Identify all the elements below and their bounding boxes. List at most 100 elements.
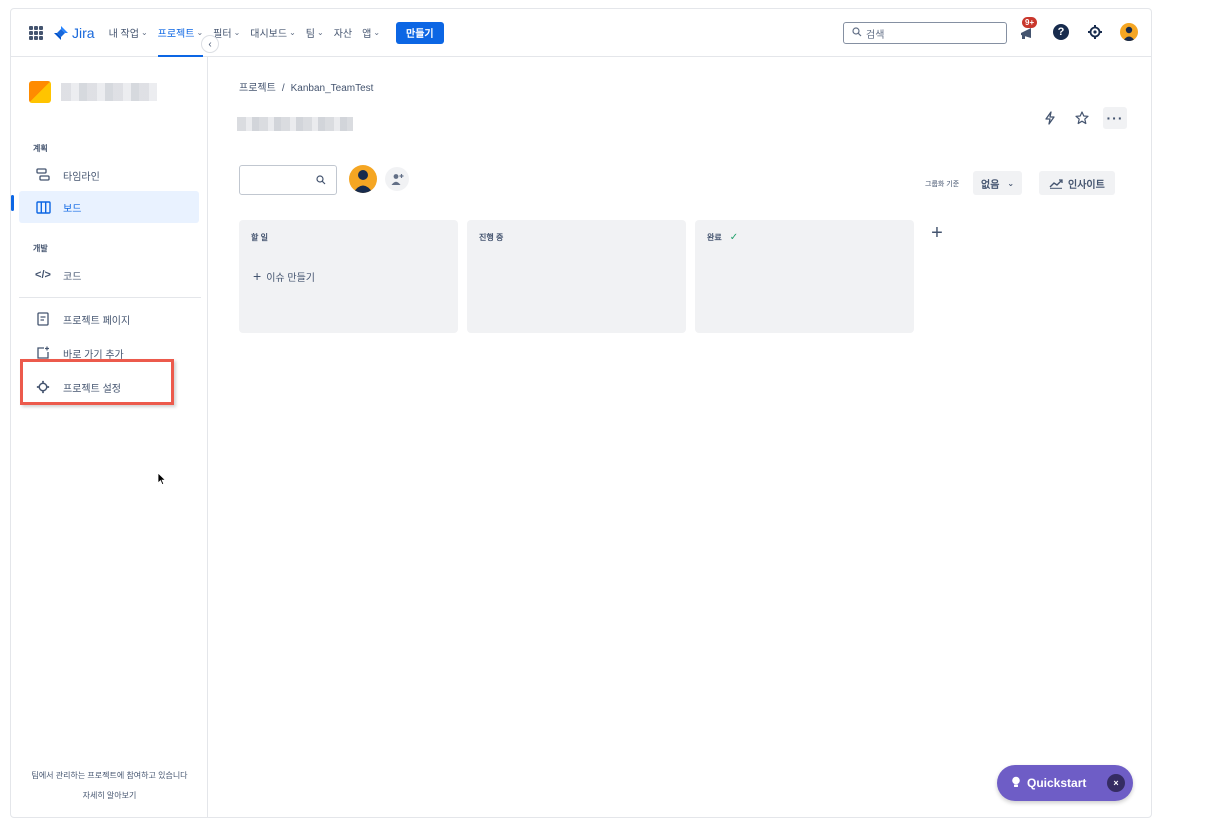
group-by-label: 그룹화 기준: [925, 181, 960, 188]
sidebar-item-label: 프로젝트 페이지: [63, 315, 131, 327]
plus-icon: +: [253, 268, 262, 284]
user-icon: [353, 170, 373, 193]
quickstart-close-button[interactable]: ×: [1107, 774, 1125, 792]
top-navigation: Jira 내 작업 ⌄ 프로젝트 ⌄ 필터 ⌄ 대시보드 ⌄ 팀 ⌄ 자산 앱 ⌄ 만들기 …: [11, 9, 1151, 57]
avatar: [1120, 23, 1138, 41]
notification-badge: 9+: [1022, 17, 1038, 28]
add-column-button[interactable]: +: [925, 221, 949, 245]
section-planning: 계획: [33, 144, 48, 153]
lightbulb-icon: [1011, 776, 1021, 791]
trend-icon: [1049, 178, 1063, 189]
jira-logo-icon: [54, 25, 68, 40]
nav-assets-label: 자산: [333, 29, 353, 40]
project-sidebar: 계획 타임라인 보드 개발 </> 코드 프로젝트 페이지 바로 가기 추가 프…: [11, 57, 208, 817]
sidebar-item-code[interactable]: </> 코드: [19, 259, 199, 291]
board-search-input[interactable]: [239, 165, 337, 195]
collapse-sidebar-button[interactable]: ‹: [201, 35, 219, 53]
chevron-down-icon: ⌄: [1007, 178, 1015, 188]
help-button[interactable]: ?: [1049, 20, 1073, 44]
learn-more-link[interactable]: 자세히 알아보기: [11, 790, 208, 801]
board-column-todo: 할 일 + 이슈 만들기: [239, 220, 458, 333]
sidebar-item-board[interactable]: 보드: [19, 191, 199, 223]
create-issue-button[interactable]: + 이슈 만들기: [253, 268, 315, 284]
profile-button[interactable]: [1117, 20, 1141, 44]
nav-projects-label: 프로젝트: [157, 29, 195, 40]
assignee-avatar-filter[interactable]: [349, 165, 377, 193]
column-title: 진행 중: [479, 232, 503, 243]
search-placeholder: 검색: [866, 29, 885, 41]
search-icon: [316, 175, 326, 185]
create-issue-label: 이슈 만들기: [266, 272, 315, 284]
top-right-icons: 9+ ?: [1015, 17, 1141, 44]
section-development: 개발: [33, 244, 48, 253]
nav-projects[interactable]: 프로젝트 ⌄: [157, 9, 204, 57]
group-by-value: 없음: [981, 179, 1000, 191]
nav-my-work-label: 내 작업: [108, 29, 139, 40]
board-column-in-progress: 진행 중: [467, 220, 686, 333]
nav-dashboards[interactable]: 대시보드 ⌄: [250, 9, 296, 57]
project-name-redacted: [61, 83, 157, 101]
help-icon: ?: [1053, 24, 1069, 40]
jira-logo[interactable]: Jira: [53, 25, 95, 41]
sidebar-item-project-pages[interactable]: 프로젝트 페이지: [19, 303, 199, 335]
header-actions: ···: [1039, 107, 1127, 129]
code-icon: </>: [35, 269, 51, 281]
insights-button[interactable]: 인사이트: [1039, 171, 1115, 195]
chevron-down-icon: ⌄: [233, 28, 241, 37]
nav-teams[interactable]: 팀 ⌄: [306, 9, 324, 57]
create-button[interactable]: 만들기: [396, 21, 444, 44]
nav-apps[interactable]: 앱 ⌄: [362, 9, 380, 57]
nav-assets[interactable]: 자산: [334, 9, 352, 57]
insights-label: 인사이트: [1068, 179, 1105, 191]
checkmark-icon: ✓: [729, 232, 739, 243]
chevron-down-icon: ⌄: [317, 28, 324, 37]
breadcrumb: 프로젝트 / Kanban_TeamTest: [239, 79, 373, 94]
search-icon: [852, 26, 862, 40]
sidebar-item-label: 보드: [63, 203, 82, 215]
column-title-text: 완료: [707, 233, 722, 242]
nav-my-work[interactable]: 내 작업 ⌄: [109, 9, 148, 57]
add-shortcut-icon: [35, 346, 51, 360]
project-avatar: [29, 81, 51, 103]
notifications-button[interactable]: 9+: [1015, 17, 1039, 44]
board-icon: [35, 200, 51, 214]
group-by-select[interactable]: 없음 ⌄: [973, 171, 1023, 195]
app-switcher-icon[interactable]: [29, 25, 43, 40]
sidebar-item-timeline[interactable]: 타임라인: [19, 159, 199, 191]
sidebar-footer-text: 팀에서 관리하는 프로젝트에 참여하고 있습니다: [31, 771, 188, 780]
settings-button[interactable]: [1083, 20, 1107, 44]
sidebar-divider: [19, 297, 201, 298]
nav-teams-label: 팀: [305, 29, 315, 40]
quickstart-button[interactable]: Quickstart ×: [997, 765, 1133, 801]
highlight-annotation-box: [20, 359, 174, 405]
star-icon: [1075, 111, 1089, 125]
breadcrumb-projects[interactable]: 프로젝트: [239, 83, 276, 94]
star-button[interactable]: [1071, 107, 1093, 129]
breadcrumb-separator: /: [281, 83, 285, 94]
gear-icon: [1088, 25, 1102, 39]
column-title: 완료 ✓: [707, 232, 738, 243]
board-column-done: 완료 ✓: [695, 220, 914, 333]
more-actions-button[interactable]: ···: [1103, 107, 1127, 129]
quickstart-label: Quickstart: [1027, 776, 1087, 790]
column-title-text: 진행 중: [479, 233, 504, 242]
chevron-down-icon: ⌄: [140, 28, 148, 37]
nav-apps-label: 앱: [362, 29, 372, 40]
project-header[interactable]: [29, 81, 157, 103]
search-input[interactable]: 검색: [843, 22, 1007, 44]
logo-text: Jira: [72, 24, 95, 41]
column-title: 할 일: [251, 232, 268, 243]
chevron-down-icon: ⌄: [196, 28, 204, 37]
chevron-down-icon: ⌄: [373, 28, 381, 37]
page-icon: [35, 312, 51, 326]
timeline-icon: [35, 168, 51, 182]
automation-button[interactable]: [1039, 107, 1061, 129]
mouse-cursor-icon: [157, 472, 167, 489]
breadcrumb-current[interactable]: Kanban_TeamTest: [291, 83, 374, 94]
lightning-icon: [1045, 111, 1055, 125]
column-title-text: 할 일: [251, 233, 268, 242]
selected-indicator: [11, 195, 14, 211]
add-people-button[interactable]: [385, 167, 409, 191]
app-window: Jira 내 작업 ⌄ 프로젝트 ⌄ 필터 ⌄ 대시보드 ⌄ 팀 ⌄ 자산 앱 ⌄ 만들기 …: [10, 8, 1152, 818]
nav-dashboards-label: 대시보드: [250, 29, 288, 40]
